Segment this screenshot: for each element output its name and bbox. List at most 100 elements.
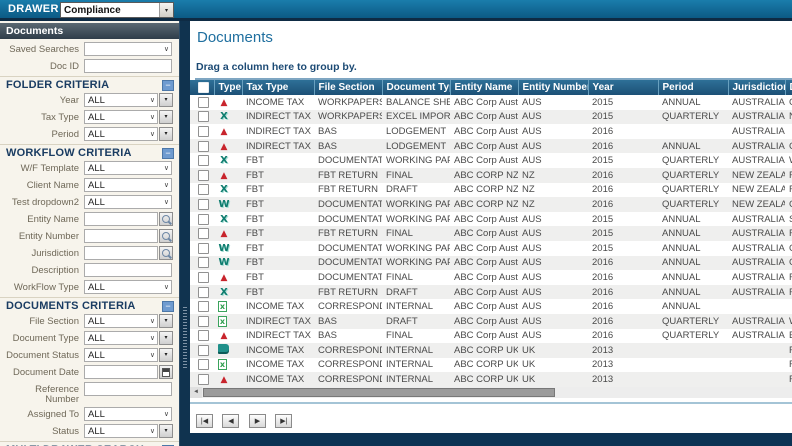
pdf-file-icon: ▲ (218, 142, 230, 152)
selected-value: ALL (88, 426, 105, 437)
table-row[interactable]: XFBTDOCUMENTATIONWORKING PAPERABC Corp A… (190, 153, 792, 168)
assigned-to-select[interactable]: ALL∨ (84, 407, 172, 421)
document-type-select[interactable]: ALL∨ (84, 331, 158, 345)
row-checkbox[interactable] (198, 126, 209, 137)
row-checkbox[interactable] (198, 345, 209, 356)
group-by-dropzone[interactable]: Drag a column here to group by. (195, 55, 792, 80)
row-checkbox[interactable] (198, 155, 209, 166)
pager-next-button[interactable]: ▶ (249, 414, 266, 428)
row-checkbox[interactable] (198, 170, 209, 181)
row-checkbox[interactable] (198, 272, 209, 283)
file-section-select[interactable]: ALL∨ (84, 314, 158, 328)
doc-id-input[interactable] (84, 59, 172, 73)
document-type-dropdown-button[interactable]: ▾ (159, 331, 173, 345)
jurisdiction-input[interactable] (84, 246, 158, 260)
table-row[interactable]: XINDIRECT TAXWORKPAPERSEXCEL IMPORTSABC … (190, 110, 792, 125)
column-header-jurisdiction[interactable]: Jurisdiction (728, 80, 785, 95)
table-row[interactable]: ▲INDIRECT TAXBASLODGEMENTABC Corp Austra… (190, 139, 792, 154)
jurisdiction-search-button[interactable] (159, 246, 173, 260)
table-row[interactable]: ▲FBTFBT RETURNFINALABC Corp Australia ..… (190, 226, 792, 241)
drawer-select[interactable]: Compliance ▾ (60, 2, 174, 18)
w-f-template-select[interactable]: ALL∨ (84, 161, 172, 175)
table-cell: ANNUAL (658, 256, 728, 271)
row-checkbox[interactable] (198, 243, 209, 254)
collapse-section-button[interactable]: − (162, 148, 174, 159)
reference-number-input[interactable] (84, 382, 172, 396)
table-row[interactable]: ▲INCOME TAXWORKPAPERSBALANCE SHEET R...A… (190, 95, 792, 110)
table-row[interactable]: INCOME TAXCORRESPONDANCEINTERNALABC CORP… (190, 343, 792, 358)
table-row[interactable]: XFBTDOCUMENTATIONWORKING PAPERABC Corp A… (190, 212, 792, 227)
row-checkbox[interactable] (198, 374, 209, 385)
row-checkbox[interactable] (198, 111, 209, 122)
table-row[interactable]: xINCOME TAXCORRESPONDANCEINTERNALABC Cor… (190, 299, 792, 314)
select-all-header-cell[interactable] (190, 80, 214, 95)
table-cell: QUARTERLY (658, 183, 728, 198)
tax-type-select[interactable]: ALL∨ (84, 110, 158, 124)
collapse-section-button[interactable]: − (162, 80, 174, 91)
status-dropdown-button[interactable]: ▾ (159, 424, 173, 438)
entity-name-input[interactable] (84, 212, 158, 226)
table-row[interactable]: ▲FBTDOCUMENTATIONFINALABC Corp Australia… (190, 270, 792, 285)
row-checkbox[interactable] (198, 359, 209, 370)
entity-number-input[interactable] (84, 229, 158, 243)
table-row[interactable]: ▲INCOME TAXCORRESPONDANCEINTERNALABC COR… (190, 372, 792, 387)
document-date-calendar-button[interactable] (159, 365, 173, 379)
column-header-type[interactable]: Type (214, 80, 242, 95)
workflow-type-select[interactable]: ALL∨ (84, 280, 172, 294)
pager-first-button[interactable]: |◀ (196, 414, 213, 428)
table-row[interactable]: WFBTDOCUMENTATIONWORKING PAPERABC Corp A… (190, 241, 792, 256)
table-row[interactable]: XFBTFBT RETURNDRAFTABC Corp Australia ..… (190, 285, 792, 300)
column-header-document-type[interactable]: Document Type (382, 80, 450, 95)
entity-name-search-button[interactable] (159, 212, 173, 226)
column-header-period[interactable]: Period (658, 80, 728, 95)
status-select[interactable]: ALL∨ (84, 424, 158, 438)
pager-previous-button[interactable]: ◀ (222, 414, 239, 428)
row-checkbox[interactable] (198, 287, 209, 298)
table-row[interactable]: WFBTDOCUMENTATIONWORKING PAPERABC Corp A… (190, 256, 792, 271)
entity-number-search-button[interactable] (159, 229, 173, 243)
table-row[interactable]: xINDIRECT TAXBASDRAFTABC Corp Australia … (190, 314, 792, 329)
table-row[interactable]: ▲INDIRECT TAXBASFINALABC Corp Australia … (190, 329, 792, 344)
table-row[interactable]: xINCOME TAXCORRESPONDANCEINTERNALABC COR… (190, 358, 792, 373)
document-status-select[interactable]: ALL∨ (84, 348, 158, 362)
document-status-dropdown-button[interactable]: ▾ (159, 348, 173, 362)
scrollbar-thumb[interactable] (203, 388, 555, 397)
year-dropdown-button[interactable]: ▾ (159, 93, 173, 107)
table-row[interactable]: ▲INDIRECT TAXBASLODGEMENTABC Corp Austra… (190, 124, 792, 139)
horizontal-scrollbar[interactable]: ◄ (190, 387, 792, 398)
description-input[interactable] (84, 263, 172, 277)
scroll-left-icon[interactable]: ◄ (190, 387, 202, 398)
table-row[interactable]: WFBTDOCUMENTATIONWORKING PAPERABC CORP N… (190, 197, 792, 212)
row-checkbox[interactable] (198, 97, 209, 108)
client-name-select[interactable]: ALL∨ (84, 178, 172, 192)
row-checkbox[interactable] (198, 257, 209, 268)
column-header-entity-number[interactable]: Entity Number (518, 80, 588, 95)
year-select[interactable]: ALL∨ (84, 93, 158, 107)
column-header-file-section[interactable]: File Section (314, 80, 382, 95)
pager-last-button[interactable]: ▶| (275, 414, 292, 428)
row-checkbox[interactable] (198, 199, 209, 210)
row-checkbox[interactable] (198, 228, 209, 239)
collapse-section-button[interactable]: − (162, 301, 174, 312)
select-all-checkbox[interactable] (198, 82, 209, 93)
table-row[interactable]: ▲FBTFBT RETURNFINALABC CORP NZNZ2016QUAR… (190, 168, 792, 183)
row-checkbox[interactable] (198, 330, 209, 341)
file-section-dropdown-button[interactable]: ▾ (159, 314, 173, 328)
panel-splitter[interactable] (179, 21, 190, 446)
row-checkbox[interactable] (198, 141, 209, 152)
row-checkbox[interactable] (198, 301, 209, 312)
tax-type-dropdown-button[interactable]: ▾ (159, 110, 173, 124)
column-header-entity-name[interactable]: Entity Name (450, 80, 518, 95)
row-checkbox[interactable] (198, 214, 209, 225)
period-select[interactable]: ALL∨ (84, 127, 158, 141)
document-date-input[interactable] (84, 365, 158, 379)
period-dropdown-button[interactable]: ▾ (159, 127, 173, 141)
row-checkbox[interactable] (198, 316, 209, 327)
column-header-year[interactable]: Year (588, 80, 658, 95)
column-header-d[interactable]: D (785, 80, 792, 95)
test-dropdown2-select[interactable]: ALL∨ (84, 195, 172, 209)
row-checkbox[interactable] (198, 184, 209, 195)
saved-searches-select[interactable]: ∨ (84, 42, 172, 56)
column-header-tax-type[interactable]: Tax Type (242, 80, 314, 95)
table-row[interactable]: XFBTFBT RETURNDRAFTABC CORP NZNZ2016QUAR… (190, 183, 792, 198)
